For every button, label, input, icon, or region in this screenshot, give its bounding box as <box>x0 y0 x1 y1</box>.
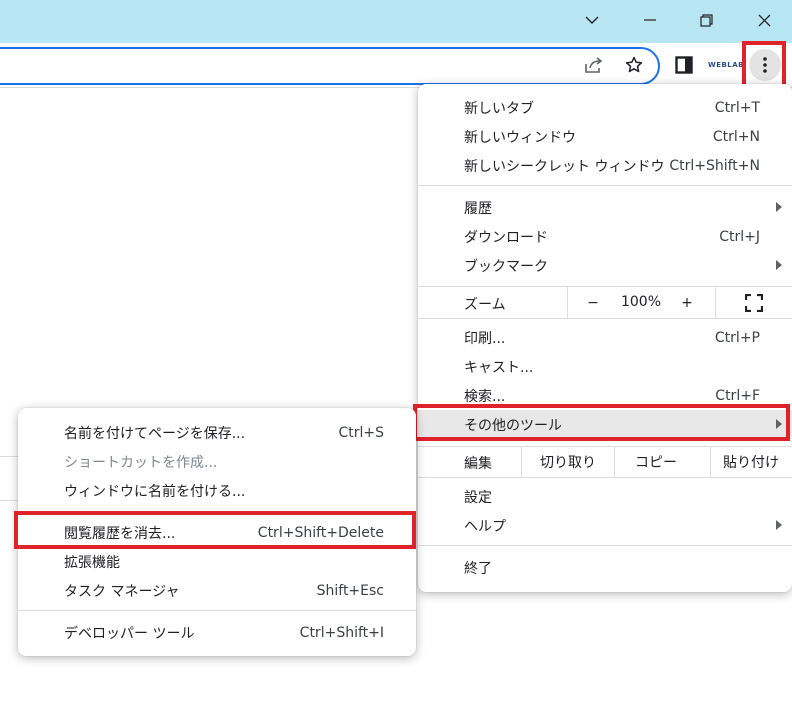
menu-item-new-tab[interactable]: 新しいタブ Ctrl+T <box>418 93 792 122</box>
restore-icon <box>699 13 713 27</box>
share-icon <box>585 57 603 73</box>
submenu-item-developer-tools[interactable]: デベロッパー ツール Ctrl+Shift+I <box>18 618 416 647</box>
submenu-item-create-shortcut: ショートカットを作成... <box>64 454 218 471</box>
page-divider <box>0 500 18 501</box>
side-panel-button[interactable] <box>668 49 700 81</box>
edit-row: 編集 切り取り コピー 貼り付け <box>418 446 792 477</box>
minimize-icon <box>644 19 656 21</box>
menu-separator <box>418 318 792 319</box>
highlight-box-more-tools <box>413 404 790 441</box>
weblab-extension-button[interactable]: WEBLAB <box>708 49 744 81</box>
menu-separator <box>418 477 792 478</box>
fullscreen-button[interactable] <box>728 287 780 318</box>
submenu-item-task-manager[interactable]: タスク マネージャ Shift+Esc <box>18 576 416 605</box>
menu-separator <box>418 185 792 186</box>
side-panel-icon <box>675 56 693 74</box>
paste-button[interactable]: 貼り付け <box>711 446 791 477</box>
fullscreen-icon <box>745 293 763 312</box>
tab-search-button[interactable] <box>564 0 620 40</box>
zoom-level: 100% <box>620 294 662 310</box>
highlight-box-clear-browsing-data <box>14 511 416 549</box>
zoom-label: ズーム <box>464 297 506 313</box>
address-bar[interactable] <box>0 47 660 85</box>
menu-item-new-window[interactable]: 新しいウィンドウ Ctrl+N <box>418 122 792 151</box>
chrome-main-menu: 新しいタブ Ctrl+T 新しいウィンドウ Ctrl+N 新しいシークレット ウ… <box>418 84 792 592</box>
share-button[interactable] <box>578 49 610 81</box>
close-button[interactable] <box>736 0 792 40</box>
menu-item-settings[interactable]: 設定 <box>418 482 792 511</box>
minimize-button[interactable] <box>622 0 678 40</box>
cut-button[interactable]: 切り取り <box>522 446 614 477</box>
menu-item-downloads[interactable]: ダウンロード Ctrl+J <box>418 222 792 251</box>
toolbar: WEBLAB <box>0 43 792 88</box>
menu-separator <box>418 545 792 546</box>
zoom-out-button[interactable]: − <box>578 287 608 318</box>
close-icon <box>758 14 770 26</box>
submenu-item-save-page-as[interactable]: 名前を付けてページを保存... Ctrl+S <box>18 418 416 447</box>
highlight-box-menu-button <box>742 41 786 88</box>
star-icon <box>625 56 643 73</box>
zoom-in-button[interactable]: + <box>672 287 702 318</box>
zoom-row: ズーム − 100% + <box>418 287 792 318</box>
chevron-down-icon <box>585 16 599 24</box>
menu-item-exit[interactable]: 終了 <box>418 553 792 582</box>
weblab-logo: WEBLAB <box>707 61 745 69</box>
copy-button[interactable]: コピー <box>615 446 697 477</box>
chevron-right-icon <box>776 260 782 270</box>
edit-label: 編集 <box>464 456 492 472</box>
page-divider <box>0 456 18 457</box>
menu-item-help[interactable]: ヘルプ <box>418 511 792 540</box>
chevron-right-icon <box>776 520 782 530</box>
title-bar <box>0 0 792 43</box>
menu-item-cast[interactable]: キャスト... <box>418 352 792 381</box>
submenu-item-extensions[interactable]: 拡張機能 <box>18 547 416 576</box>
menu-item-history[interactable]: 履歴 <box>418 193 792 222</box>
menu-separator <box>18 610 416 611</box>
chevron-right-icon <box>776 202 782 212</box>
submenu-item-name-window[interactable]: ウィンドウに名前を付ける... <box>18 476 416 505</box>
menu-item-bookmarks[interactable]: ブックマーク <box>418 251 792 280</box>
bookmark-star-button[interactable] <box>618 49 650 81</box>
restore-button[interactable] <box>678 0 734 40</box>
menu-item-new-incognito-window[interactable]: 新しいシークレット ウィンドウ Ctrl+Shift+N <box>418 151 792 180</box>
menu-item-print[interactable]: 印刷... Ctrl+P <box>418 323 792 352</box>
